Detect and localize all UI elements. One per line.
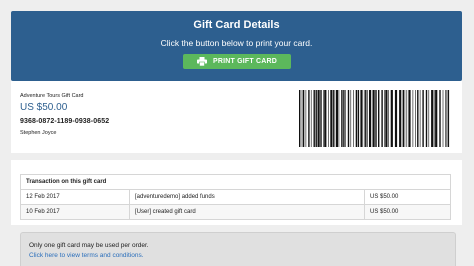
transaction-amount: US $50.00 — [364, 189, 451, 205]
transaction-description: [User] created gift card — [129, 204, 365, 220]
table-row: 10 Feb 2017 [User] created gift card US … — [20, 204, 451, 220]
barcode-image — [299, 90, 450, 147]
print-gift-card-button[interactable]: PRINT GIFT CARD — [183, 54, 291, 69]
transaction-amount: US $50.00 — [364, 204, 451, 220]
gift-card-number: 9368-0872-1189-0938-0652 — [20, 118, 110, 125]
gift-card-panel: Adventure Tours Gift Card US $50.00 9368… — [11, 81, 462, 153]
table-header-row: Transaction on this gift card — [20, 174, 451, 190]
transactions-table: Transaction on this gift card 12 Feb 201… — [20, 174, 451, 220]
transactions-panel: Transaction on this gift card 12 Feb 201… — [11, 160, 462, 225]
gift-card-holder: Stephen Joyce — [20, 130, 57, 136]
gift-card-amount: US $50.00 — [20, 102, 68, 113]
printer-icon — [196, 57, 207, 66]
print-button-label: PRINT GIFT CARD — [212, 58, 278, 65]
terms-link[interactable]: Click here to view terms and conditions. — [29, 252, 144, 259]
transaction-date: 10 Feb 2017 — [20, 204, 130, 220]
gift-card-notice: Only one gift card may be used per order… — [20, 232, 456, 266]
transaction-description: [adventuredemo] added funds — [129, 189, 365, 205]
transactions-heading: Transaction on this gift card — [20, 174, 451, 190]
page-title: Gift Card Details — [193, 19, 280, 31]
notice-text: Only one gift card may be used per order… — [29, 242, 149, 249]
table-row: 12 Feb 2017 [adventuredemo] added funds … — [20, 189, 451, 205]
gift-card-name: Adventure Tours Gift Card — [20, 93, 84, 99]
page-subtitle: Click the button below to print your car… — [160, 38, 313, 48]
header-banner: Gift Card Details Click the button below… — [11, 11, 462, 81]
transaction-date: 12 Feb 2017 — [20, 189, 130, 205]
